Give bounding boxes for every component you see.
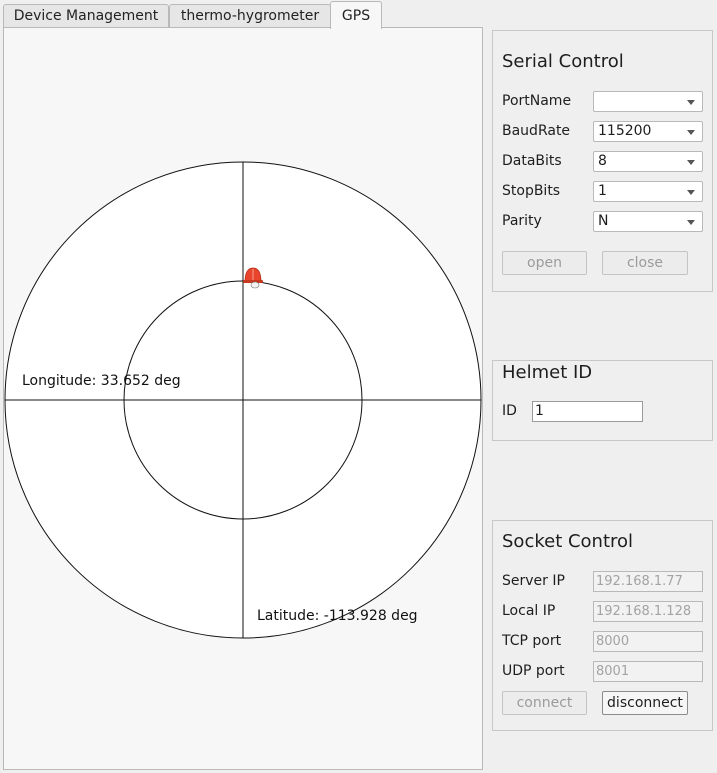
chevron-down-icon — [687, 130, 695, 135]
baudrate-label: BaudRate — [502, 123, 571, 139]
parity-combo[interactable]: N — [593, 211, 703, 232]
helmet-id-group: Helmet ID ID 1 — [492, 360, 713, 441]
tab-device-management[interactable]: Device Management — [3, 4, 169, 29]
portname-label: PortName — [502, 93, 572, 109]
longitude-label: Longitude: 33.652 deg — [22, 373, 181, 389]
serial-control-title: Serial Control — [502, 51, 624, 72]
serial-control-group: Serial Control PortName BaudRate 115200 … — [492, 30, 713, 292]
chevron-down-icon — [687, 220, 695, 225]
databits-combo[interactable]: 8 — [593, 151, 703, 172]
socket-control-title: Socket Control — [502, 531, 634, 552]
gps-pane: Longitude: 33.652 deg Latitude: -113.928… — [3, 27, 483, 770]
udp-port-label: UDP port — [502, 663, 565, 679]
stopbits-label: StopBits — [502, 183, 561, 199]
databits-label: DataBits — [502, 153, 562, 169]
connect-button[interactable]: connect — [502, 691, 587, 715]
tab-thermo-hygrometer[interactable]: thermo-hygrometer — [169, 4, 331, 29]
latitude-label: Latitude: -113.928 deg — [257, 608, 418, 624]
portname-combo[interactable] — [593, 91, 703, 112]
tcp-port-input[interactable]: 8000 — [593, 631, 703, 652]
chevron-down-icon — [687, 190, 695, 195]
baudrate-combo[interactable]: 115200 — [593, 121, 703, 142]
socket-control-group: Socket Control Server IP 192.168.1.77 Lo… — [492, 520, 713, 731]
local-ip-label: Local IP — [502, 603, 556, 619]
disconnect-button[interactable]: disconnect — [602, 691, 688, 715]
gps-radar: Longitude: 33.652 deg Latitude: -113.928… — [4, 161, 482, 639]
chevron-down-icon — [687, 100, 695, 105]
id-label: ID — [502, 403, 517, 419]
local-ip-input[interactable]: 192.168.1.128 — [593, 601, 703, 622]
stopbits-combo[interactable]: 1 — [593, 181, 703, 202]
server-ip-label: Server IP — [502, 573, 565, 589]
tab-gps[interactable]: GPS — [330, 1, 382, 29]
close-button[interactable]: close — [602, 251, 688, 275]
helmet-id-input[interactable]: 1 — [532, 401, 643, 422]
helmet-id-title: Helmet ID — [502, 362, 593, 383]
server-ip-input[interactable]: 192.168.1.77 — [593, 571, 703, 592]
open-button[interactable]: open — [502, 251, 587, 275]
tcp-port-label: TCP port — [502, 633, 562, 649]
chevron-down-icon — [687, 160, 695, 165]
udp-port-input[interactable]: 8001 — [593, 661, 703, 682]
parity-label: Parity — [502, 213, 542, 229]
